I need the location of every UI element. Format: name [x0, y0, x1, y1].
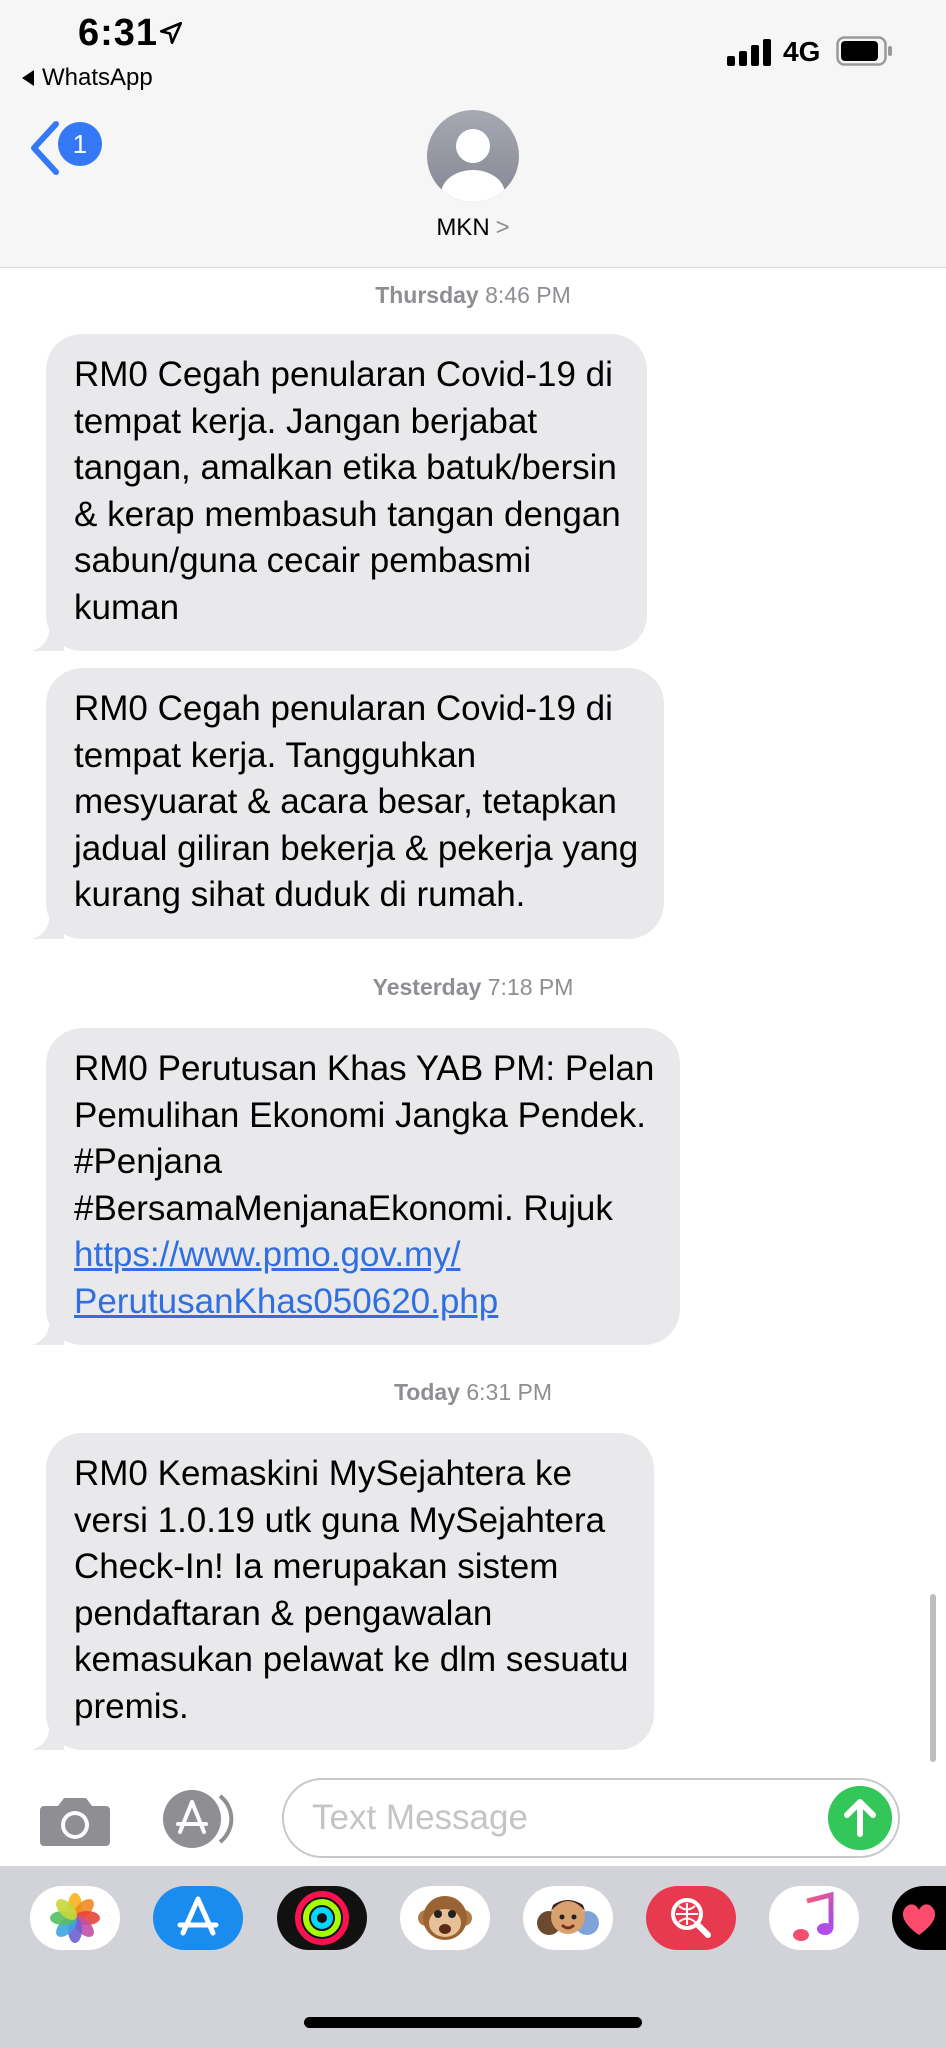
person-avatar-icon[interactable]: [427, 110, 519, 202]
status-time: 6:31: [78, 12, 159, 54]
timestamp-day: Yesterday: [372, 974, 482, 1000]
bubble-tail: [32, 908, 64, 939]
scroll-indicator[interactable]: [930, 1594, 936, 1762]
message-line: Pemulihan Ekonomi Jangka Pendek.: [74, 1095, 647, 1135]
message-link-line[interactable]: https://www.pmo.gov.my/: [74, 1232, 654, 1279]
message-line: kemasukan pelawat ke dlm sesuatu: [74, 1640, 629, 1679]
timestamp-day: Today: [393, 1379, 460, 1405]
send-arrow-icon[interactable]: [828, 1786, 892, 1850]
home-indicator[interactable]: [304, 2017, 642, 2028]
message-line: #BersamaMenjanaEkonomi. Rujuk: [74, 1188, 613, 1228]
message-line: jadual giliran bekerja & pekerja yang: [74, 828, 639, 868]
image-search-icon[interactable]: [646, 1886, 736, 1950]
back-to-app-link[interactable]: WhatsApp: [22, 64, 153, 92]
contact-name-label: MKN: [436, 214, 490, 241]
message-line: Check-In! Ia merupakan sistem: [74, 1547, 559, 1586]
back-chevron-icon[interactable]: [26, 120, 62, 176]
activity-rings-icon[interactable]: [277, 1886, 367, 1950]
message-link[interactable]: PerutusanKhas050620.php: [74, 1282, 498, 1321]
message-input[interactable]: Text Message: [282, 1778, 900, 1858]
message-line: premis.: [74, 1686, 189, 1726]
message-line: tangan, amalkan etika batuk/bersin: [74, 448, 617, 487]
message-line: versi 1.0.19 utk guna MySejahtera: [74, 1500, 606, 1540]
message-line: kuman: [74, 587, 180, 627]
timestamp-time: 8:46 PM: [485, 282, 571, 308]
timestamp-time: 7:18 PM: [487, 974, 574, 1000]
bubble-tail: [32, 1720, 64, 1750]
monkey-animoji-icon[interactable]: [400, 1886, 490, 1950]
message-line: & kerap membasuh tangan dengan: [74, 494, 621, 534]
signal-bars-icon: [727, 38, 771, 66]
location-arrow-icon: [159, 21, 183, 45]
message-line: pendaftaran & pengawalan: [74, 1593, 493, 1633]
message-line: RM0 Perutusan Khas YAB PM: Pelan: [74, 1049, 655, 1088]
message-line: sabun/guna cecair pembasmi: [74, 541, 532, 580]
back-app-label: WhatsApp: [42, 64, 153, 91]
camera-icon[interactable]: [38, 1792, 112, 1848]
network-type: 4G: [783, 36, 821, 67]
bubble-tail: [32, 1315, 64, 1345]
message-line: RM0 Cegah penularan Covid-19 di: [74, 689, 613, 728]
app-store-icon[interactable]: [158, 1788, 242, 1850]
timestamp-header: Yesterday 7:18 PM: [0, 974, 946, 1001]
timestamp-header: Thursday 8:46 PM: [0, 282, 946, 309]
message-line: #Penjana: [74, 1142, 222, 1181]
heart-sticker-icon[interactable]: [892, 1886, 946, 1950]
message-line: kurang sihat duduk di rumah.: [74, 875, 526, 914]
message-line: RM0 Cegah penularan Covid-19 di: [74, 355, 613, 394]
message-bubble[interactable]: RM0 Cegah penularan Covid-19 di tempat k…: [32, 668, 665, 939]
message-bubble[interactable]: RM0 Cegah penularan Covid-19 di tempat k…: [32, 334, 647, 651]
composer-bar: Text Message: [0, 1768, 946, 1864]
message-link[interactable]: https://www.pmo.gov.my/: [74, 1235, 460, 1274]
message-link-line[interactable]: PerutusanKhas050620.php: [74, 1279, 654, 1326]
timestamp-header: Today 6:31 PM: [0, 1379, 946, 1406]
message-line: mesyuarat & acara besar, tetapkan: [74, 782, 617, 821]
memoji-icon[interactable]: [523, 1886, 613, 1950]
timestamp-day: Thursday: [375, 282, 479, 308]
music-icon[interactable]: [769, 1886, 859, 1950]
timestamp-time: 6:31 PM: [466, 1379, 553, 1405]
bubble-tail: [32, 621, 64, 651]
app-store-icon[interactable]: [153, 1886, 243, 1950]
unread-count-badge[interactable]: 1: [58, 122, 102, 166]
message-bubble[interactable]: RM0 Perutusan Khas YAB PM: Pelan Pemulih…: [32, 1028, 681, 1345]
back-triangle-icon: [22, 70, 34, 86]
message-thread[interactable]: Thursday 8:46 PM RM0 Cegah penularan Cov…: [0, 268, 946, 1778]
photos-icon[interactable]: [30, 1886, 120, 1950]
nav-header: 6:31 WhatsApp 4G 1 MKN >: [0, 0, 946, 268]
message-bubble[interactable]: RM0 Kemaskini MySejahtera ke versi 1.0.1…: [32, 1433, 655, 1750]
battery-icon: [836, 36, 892, 66]
message-line: tempat kerja. Tangguhkan: [74, 735, 477, 775]
contact-chevron-icon: >: [495, 214, 510, 241]
message-line: tempat kerja. Jangan berjabat: [74, 401, 538, 441]
contact-name[interactable]: MKN >: [0, 214, 946, 242]
message-line: RM0 Kemaskini MySejahtera ke: [74, 1454, 572, 1493]
